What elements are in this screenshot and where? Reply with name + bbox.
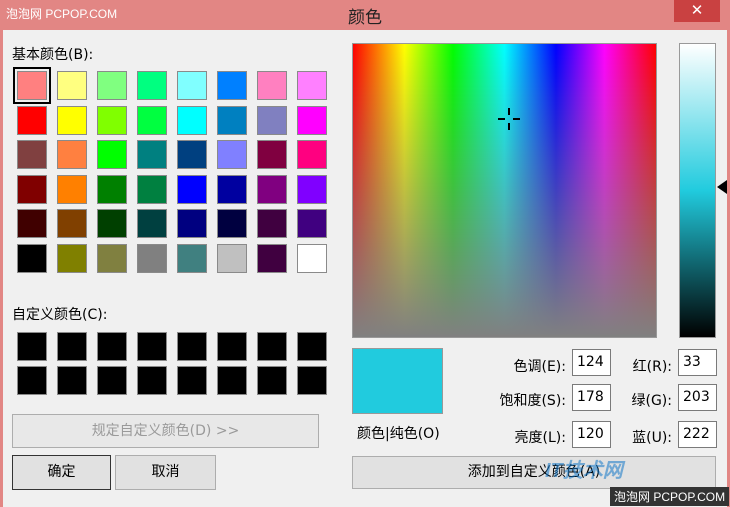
green-input[interactable]: 203 (678, 384, 717, 411)
luminance-input[interactable]: 120 (572, 421, 611, 448)
crosshair-icon (498, 108, 520, 130)
basic-color-swatch[interactable] (137, 71, 167, 100)
basic-color-swatch[interactable] (177, 174, 207, 204)
luminance-slider[interactable] (679, 43, 716, 338)
basic-color-swatch[interactable] (137, 105, 167, 135)
frame-left (0, 30, 3, 507)
basic-color-swatch[interactable] (13, 67, 51, 104)
basic-color-swatch[interactable] (177, 140, 207, 169)
custom-color-swatch[interactable] (217, 366, 247, 395)
basic-color-swatch[interactable] (257, 140, 287, 169)
luminance-arrow-icon[interactable] (717, 180, 727, 194)
title-bar: 泡泡网 PCPOP.COM 颜色 ✕ (0, 0, 730, 30)
close-button[interactable]: ✕ (674, 0, 720, 22)
red-input[interactable]: 33 (678, 349, 717, 376)
basic-color-swatch[interactable] (217, 243, 247, 273)
basic-color-swatch[interactable] (177, 243, 207, 273)
custom-color-swatch[interactable] (17, 366, 47, 395)
basic-color-swatch[interactable] (97, 243, 127, 273)
color-spectrum[interactable] (352, 43, 657, 338)
basic-color-swatch[interactable] (257, 209, 287, 238)
basic-color-swatch[interactable] (57, 105, 87, 135)
basic-color-swatch[interactable] (297, 209, 327, 238)
luminance-label: 亮度(L): (514, 430, 566, 446)
basic-color-swatch[interactable] (97, 71, 127, 100)
basic-color-swatch[interactable] (217, 174, 247, 204)
basic-color-swatch[interactable] (297, 243, 327, 273)
basic-colors-label: 基本颜色(B): (12, 47, 94, 63)
color-preview (352, 348, 443, 414)
basic-color-swatch[interactable] (57, 174, 87, 204)
basic-color-swatch[interactable] (137, 174, 167, 204)
basic-color-swatch[interactable] (97, 140, 127, 169)
ok-button[interactable]: 确定 (12, 455, 111, 490)
blue-label: 蓝(U): (632, 430, 672, 446)
custom-color-swatch[interactable] (57, 332, 87, 361)
basic-color-swatch[interactable] (17, 243, 47, 273)
blue-input[interactable]: 222 (678, 421, 717, 448)
basic-color-swatch[interactable] (57, 140, 87, 169)
custom-color-swatch[interactable] (257, 366, 287, 395)
watermark-bottom: 泡泡网 PCPOP.COM (610, 487, 730, 506)
custom-colors-label: 自定义颜色(C): (12, 307, 108, 323)
custom-color-swatch[interactable] (97, 366, 127, 395)
saturation-input[interactable]: 178 (572, 384, 611, 411)
saturation-label: 饱和度(S): (499, 393, 566, 409)
hue-label: 色调(E): (513, 359, 567, 375)
basic-color-swatch[interactable] (217, 71, 247, 100)
basic-color-swatch[interactable] (137, 140, 167, 169)
hue-input[interactable]: 124 (572, 349, 611, 376)
basic-color-swatch[interactable] (17, 209, 47, 238)
basic-color-swatch[interactable] (177, 71, 207, 100)
custom-color-swatch[interactable] (217, 332, 247, 361)
custom-color-swatch[interactable] (57, 366, 87, 395)
basic-color-swatch[interactable] (137, 243, 167, 273)
basic-color-swatch[interactable] (97, 105, 127, 135)
basic-color-swatch[interactable] (217, 105, 247, 135)
green-label: 绿(G): (631, 393, 673, 409)
basic-color-swatch[interactable] (257, 105, 287, 135)
add-to-custom-colors-button[interactable]: 添加到自定义颜色(A) (352, 456, 716, 489)
basic-color-swatch[interactable] (17, 140, 47, 169)
basic-color-swatch[interactable] (257, 174, 287, 204)
basic-color-swatch[interactable] (217, 140, 247, 169)
basic-color-swatch[interactable] (57, 71, 87, 100)
custom-color-swatch[interactable] (297, 332, 327, 361)
define-custom-colors-button[interactable]: 规定自定义颜色(D) >> (12, 414, 319, 448)
basic-color-swatch[interactable] (17, 174, 47, 204)
basic-color-swatch[interactable] (97, 174, 127, 204)
custom-color-swatch[interactable] (17, 332, 47, 361)
dialog-title: 颜色 (348, 8, 382, 28)
basic-color-swatch[interactable] (297, 174, 327, 204)
basic-color-swatch[interactable] (137, 209, 167, 238)
basic-color-swatch[interactable] (57, 209, 87, 238)
basic-color-swatch[interactable] (257, 243, 287, 273)
watermark-logo: IT技术网 (545, 460, 623, 482)
custom-color-swatch[interactable] (137, 332, 167, 361)
preview-label[interactable]: 颜色|纯色(O) (357, 423, 440, 443)
custom-color-swatch[interactable] (257, 332, 287, 361)
basic-color-swatch[interactable] (57, 243, 87, 273)
basic-color-swatch[interactable] (177, 105, 207, 135)
basic-color-swatch[interactable] (17, 105, 47, 135)
basic-color-swatch[interactable] (297, 71, 327, 100)
custom-color-swatch[interactable] (137, 366, 167, 395)
basic-color-swatch[interactable] (297, 140, 327, 169)
custom-color-swatch[interactable] (177, 366, 207, 395)
cancel-button[interactable]: 取消 (115, 455, 216, 490)
red-label: 红(R): (632, 359, 672, 375)
custom-color-swatch[interactable] (97, 332, 127, 361)
basic-color-swatch[interactable] (177, 209, 207, 238)
basic-color-swatch[interactable] (217, 209, 247, 238)
basic-color-swatch[interactable] (257, 71, 287, 100)
basic-color-swatch[interactable] (297, 105, 327, 135)
custom-color-swatch[interactable] (297, 366, 327, 395)
basic-color-swatch[interactable] (97, 209, 127, 238)
custom-color-swatch[interactable] (177, 332, 207, 361)
